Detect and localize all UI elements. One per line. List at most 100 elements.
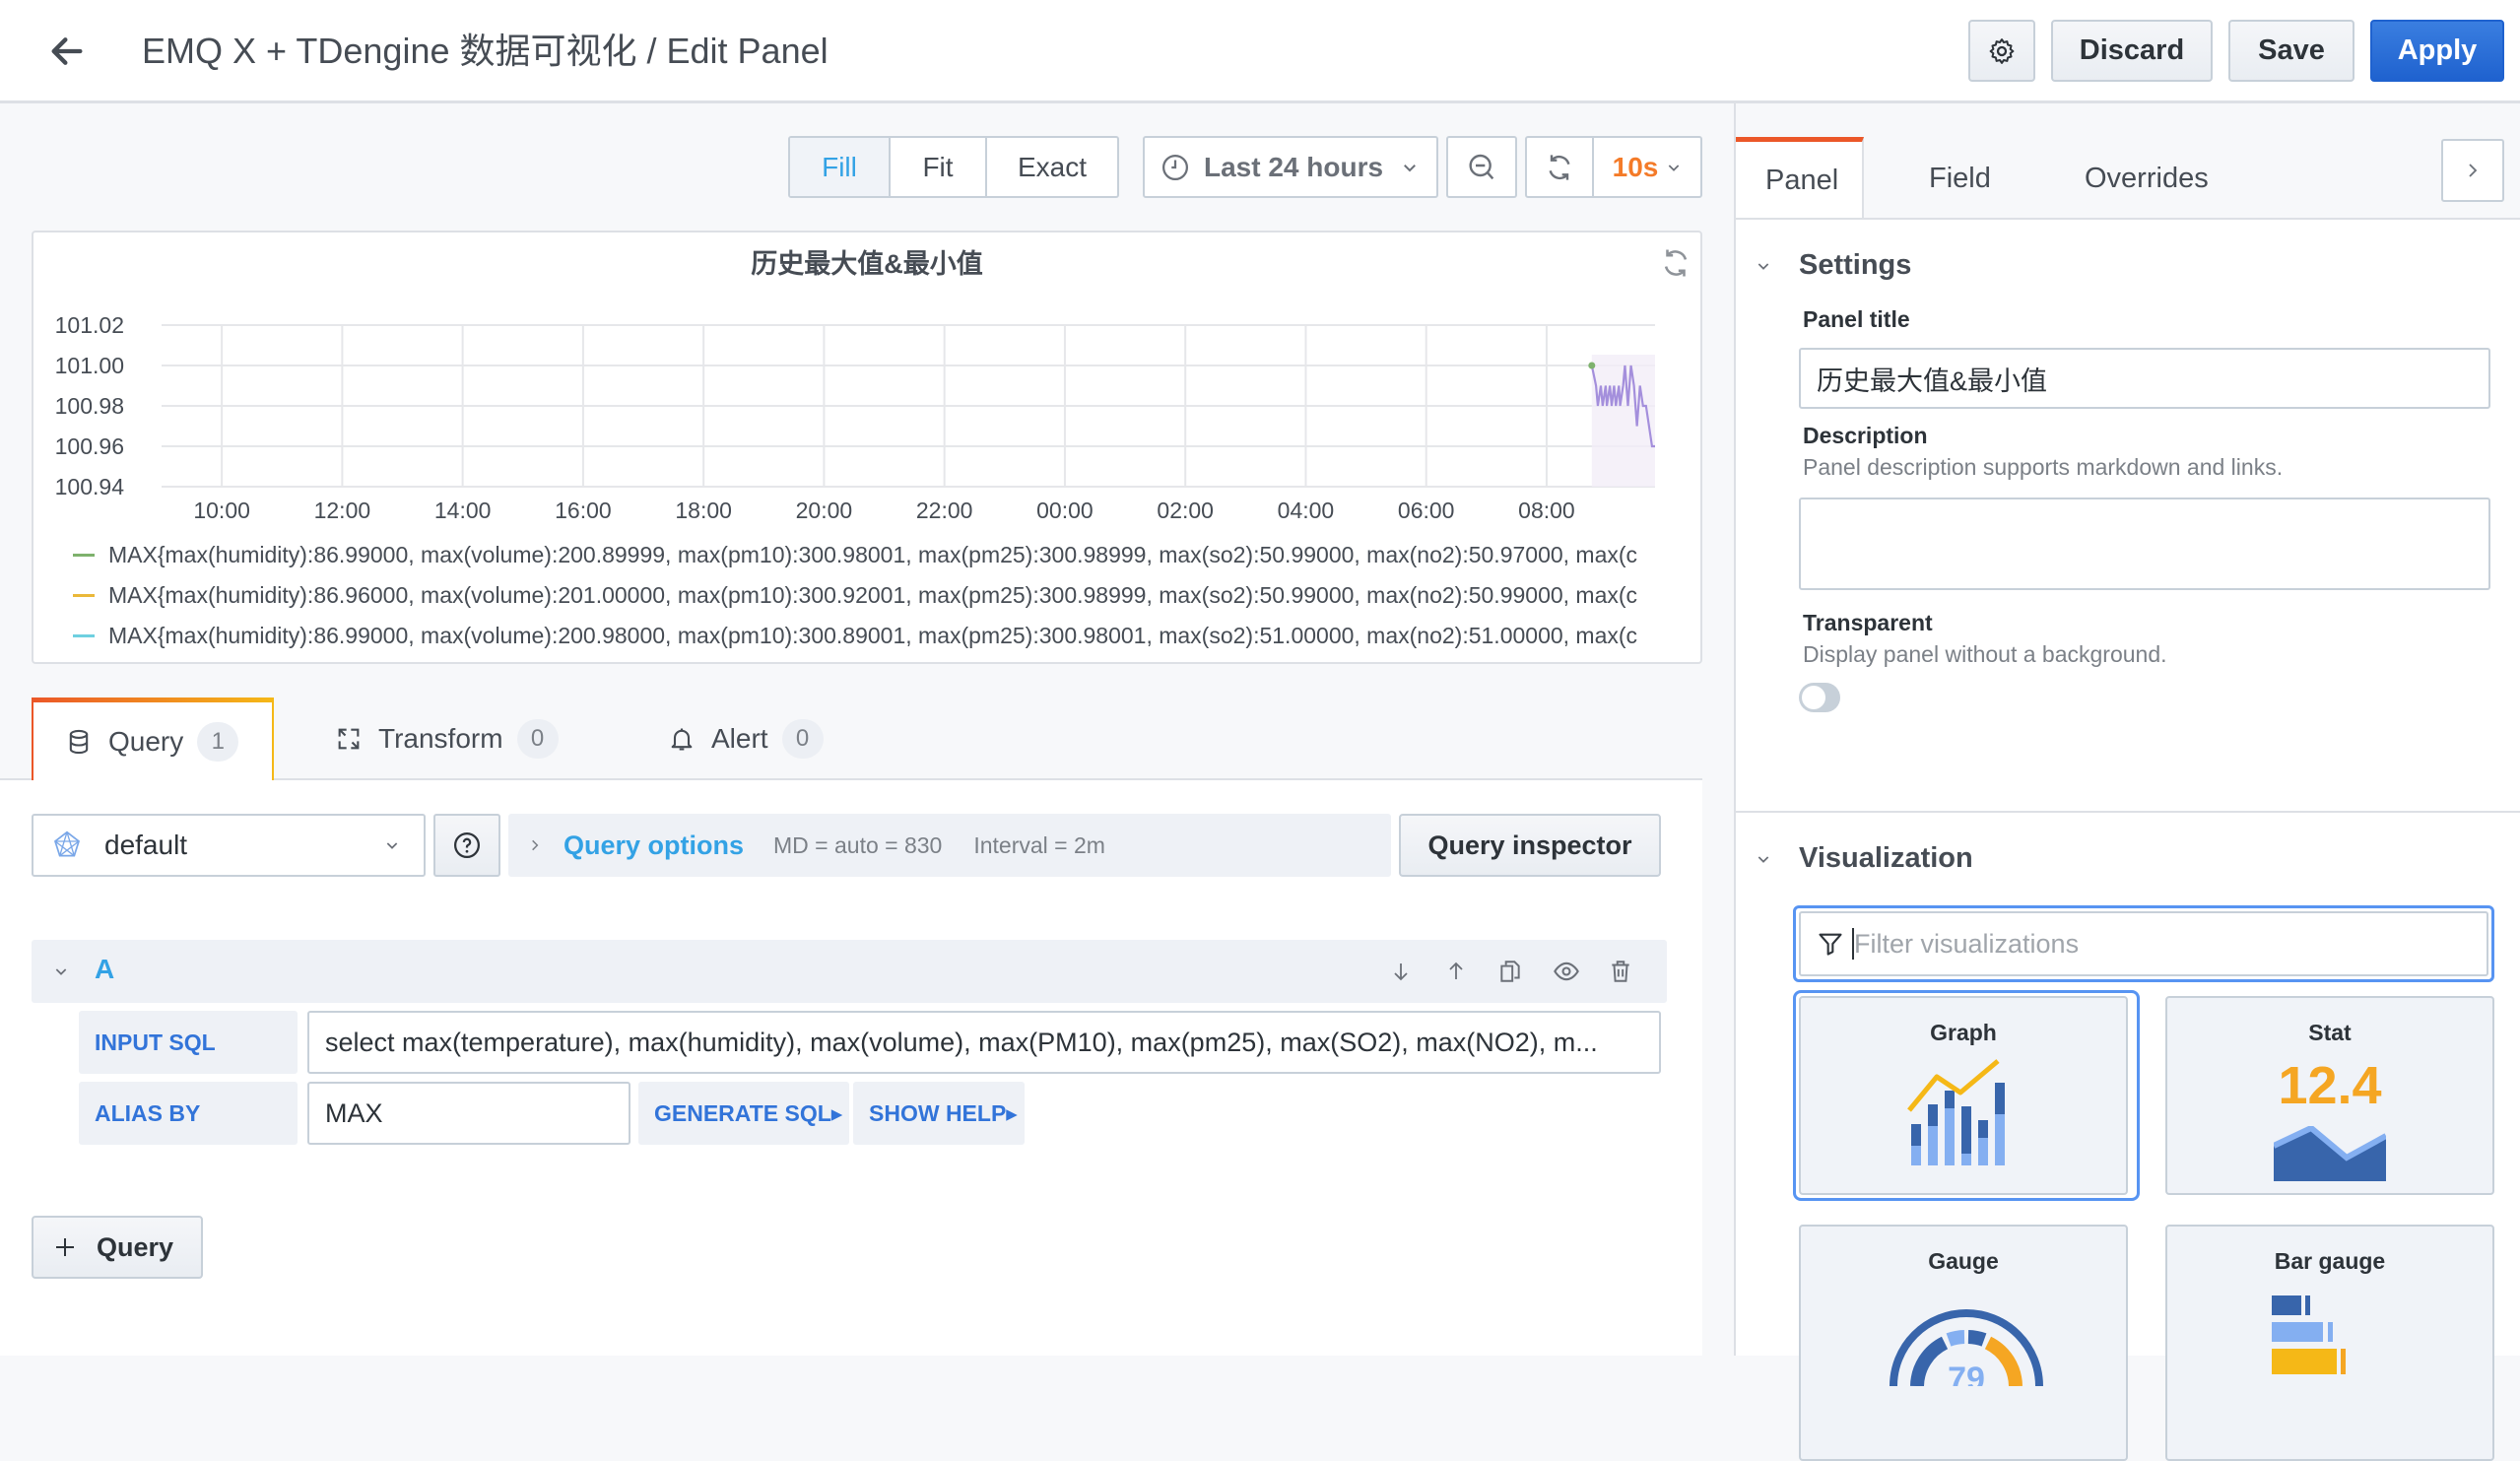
settings-section-header[interactable]: Settings — [1756, 249, 1911, 282]
viz-name: Gauge — [1928, 1248, 1999, 1274]
datasource-help-button[interactable] — [433, 814, 500, 877]
time-range-picker[interactable]: Last 24 hours — [1143, 136, 1438, 198]
apply-button[interactable]: Apply — [2370, 20, 2504, 82]
move-down-icon[interactable] — [1389, 960, 1413, 983]
question-circle-icon — [454, 832, 480, 858]
tab-field[interactable]: Field — [1929, 137, 1991, 220]
settings-title: Settings — [1799, 249, 1912, 281]
query-options-bar[interactable]: Query options MD = auto = 830 Interval =… — [508, 814, 1391, 877]
viz-card-graph[interactable]: Graph — [1799, 996, 2128, 1195]
filter-visualizations-wrapper: Filter visualizations — [1793, 905, 2494, 982]
legend-item[interactable]: MAX{max(humidity):86.99000, max(volume):… — [73, 623, 1637, 649]
toggle-knob — [1802, 686, 1825, 709]
legend-item[interactable]: MAX{max(humidity):86.96000, max(volume):… — [73, 582, 1637, 609]
transform-icon — [338, 728, 360, 750]
legend-item[interactable]: MAX{max(humidity):86.99000, max(volume):… — [73, 542, 1637, 568]
x-tick-label: 18:00 — [675, 498, 732, 523]
chevron-down-icon — [1757, 855, 1769, 863]
chevron-down-icon — [386, 842, 398, 849]
dashboard-settings-button[interactable] — [1968, 20, 2035, 82]
transparent-label: Transparent — [1803, 610, 1933, 635]
add-query-button[interactable]: Query — [32, 1216, 203, 1279]
description-textarea[interactable] — [1799, 498, 2490, 590]
filter-icon — [1819, 933, 1842, 956]
move-up-icon[interactable] — [1444, 960, 1468, 983]
generate-sql-button[interactable]: GENERATE SQL▸ — [638, 1082, 849, 1145]
x-tick-label: 08:00 — [1518, 498, 1575, 523]
plus-icon — [56, 1238, 74, 1256]
viz-card-stat[interactable]: Stat 12.4 — [2165, 996, 2494, 1195]
viz-card-gauge[interactable]: Gauge 79 — [1799, 1225, 2128, 1461]
query-refid: A — [95, 954, 115, 984]
chevron-down-icon — [1669, 164, 1680, 171]
x-tick-label: 12:00 — [314, 498, 371, 523]
description-label: Description — [1803, 423, 1928, 448]
query-row-header: A — [32, 940, 1667, 1003]
gear-icon — [1989, 37, 2015, 64]
query-inspector-button[interactable]: Query inspector — [1399, 814, 1661, 877]
back-button[interactable] — [39, 24, 95, 79]
x-tick-label: 16:00 — [555, 498, 612, 523]
visualization-section-header[interactable]: Visualization — [1756, 842, 1973, 875]
filter-visualizations-input[interactable]: Filter visualizations — [1799, 911, 2488, 976]
tab-transform-label: Transform — [378, 723, 503, 754]
zoom-out-button[interactable] — [1446, 136, 1517, 198]
time-range-label: Last 24 hours — [1204, 151, 1384, 182]
trash-icon[interactable] — [1608, 959, 1633, 984]
x-tick-label: 02:00 — [1157, 498, 1214, 523]
panel-title-label: Panel title — [1803, 306, 1910, 332]
y-tick-label: 100.96 — [55, 433, 124, 459]
tab-query[interactable]: Query 1 — [32, 697, 274, 780]
tab-alert-label: Alert — [711, 723, 768, 754]
stat-sample-value: 12.4 — [2278, 1056, 2382, 1115]
eye-icon[interactable] — [1553, 958, 1580, 985]
query-count-badge: 1 — [197, 721, 239, 762]
fill-mode-button[interactable]: Fill — [790, 138, 891, 196]
query-options-label: Query options — [564, 830, 745, 860]
legend-label: MAX{max(humidity):86.96000, max(volume):… — [108, 582, 1638, 608]
discard-button[interactable]: Discard — [2051, 20, 2213, 82]
save-button[interactable]: Save — [2228, 20, 2354, 82]
viz-name: Stat — [2308, 1020, 2352, 1045]
viz-name: Graph — [1930, 1020, 1997, 1045]
transparent-hint: Display panel without a background. — [1803, 641, 2167, 667]
chevron-right-icon — [532, 839, 539, 851]
page-header: EMQ X + TDengine 数据可视化 / Edit Panel Disc… — [0, 0, 2520, 103]
alias-by-field[interactable]: MAX — [307, 1082, 630, 1145]
legend-swatch — [73, 594, 95, 597]
transparent-toggle[interactable] — [1799, 683, 1840, 712]
visualization-title: Visualization — [1799, 842, 1973, 874]
tab-transform[interactable]: Transform 0 — [335, 697, 559, 780]
max-data-points-info: MD = auto = 830 — [773, 831, 943, 858]
graph-viz-icon — [1907, 1059, 2005, 1165]
show-help-button[interactable]: SHOW HELP▸ — [853, 1082, 1025, 1145]
arrow-left-icon — [51, 37, 83, 65]
filter-placeholder: Filter visualizations — [1854, 928, 2080, 959]
refresh-button[interactable] — [1527, 138, 1594, 196]
viz-card-bar-gauge[interactable]: Bar gauge — [2165, 1225, 2494, 1461]
y-tick-label: 100.94 — [55, 474, 125, 499]
tab-query-label: Query — [108, 725, 184, 757]
stat-area-icon — [2274, 1126, 2386, 1181]
copy-icon[interactable] — [1497, 959, 1523, 984]
x-tick-label: 20:00 — [796, 498, 853, 523]
tab-alert[interactable]: Alert 0 — [668, 697, 824, 780]
input-sql-field[interactable]: select max(temperature), max(humidity), … — [307, 1011, 1661, 1074]
exact-mode-button[interactable]: Exact — [987, 138, 1117, 196]
interval-info: Interval = 2m — [973, 831, 1105, 858]
clock-icon — [1162, 154, 1188, 180]
panel-title: 历史最大值&最小值 — [751, 249, 983, 279]
refresh-icon[interactable] — [1659, 246, 1692, 280]
tab-panel[interactable]: Panel — [1736, 137, 1864, 220]
transform-count-badge: 0 — [516, 719, 559, 759]
x-tick-label: 00:00 — [1036, 498, 1094, 523]
chevron-down-icon[interactable] — [53, 963, 69, 979]
collapse-pane-button[interactable] — [2441, 139, 2504, 202]
datasource-name: default — [104, 830, 188, 860]
fit-mode-button[interactable]: Fit — [891, 138, 987, 196]
tab-overrides[interactable]: Overrides — [2085, 137, 2209, 220]
y-tick-label: 100.98 — [55, 393, 124, 419]
datasource-picker[interactable]: default — [32, 814, 426, 877]
panel-title-input[interactable]: 历史最大值&最小值 — [1799, 348, 2490, 409]
refresh-interval-dropdown[interactable]: 10s — [1594, 138, 1700, 196]
